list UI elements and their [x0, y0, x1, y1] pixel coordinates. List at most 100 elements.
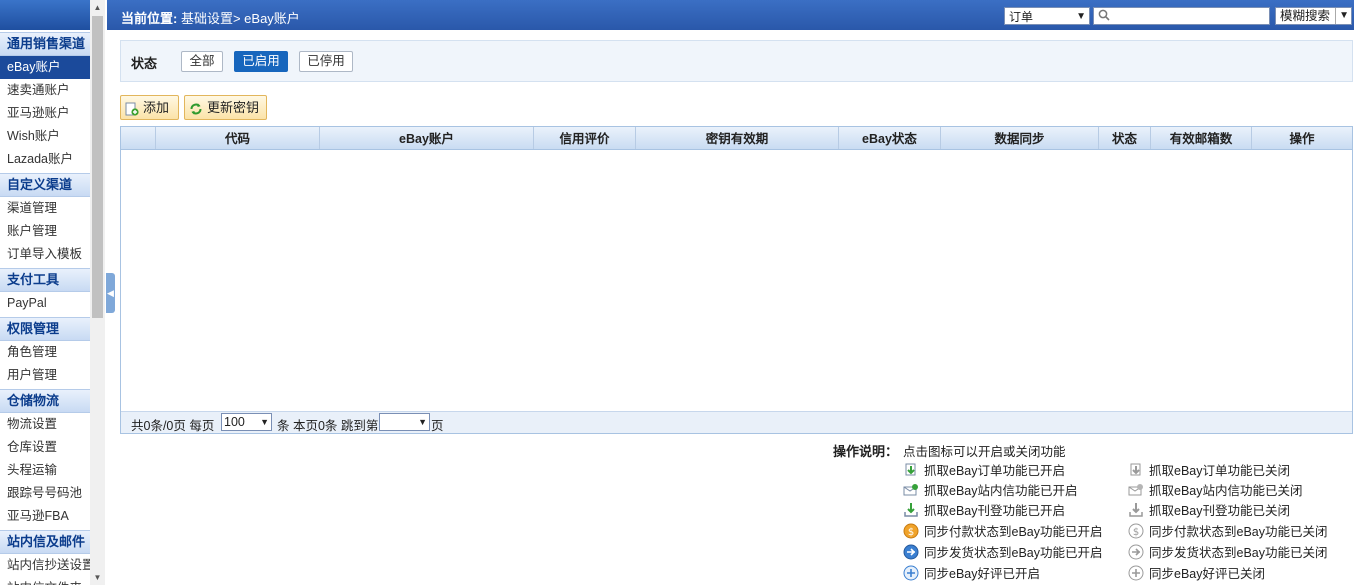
- legend-label: 抓取eBay刊登功能已开启: [924, 504, 1065, 518]
- column-header-credit-rating[interactable]: 信用评价: [534, 127, 636, 149]
- fetch-orders-off-icon: [1128, 462, 1144, 478]
- sidebar-item-role-management[interactable]: 角色管理: [0, 341, 90, 364]
- legend-label: 同步发货状态到eBay功能已开启: [924, 546, 1103, 560]
- shipping-sync-on-icon: [903, 544, 919, 560]
- sidebar-group-custom-channels[interactable]: 自定义渠道: [0, 173, 90, 197]
- plus-circle-on-icon: [903, 565, 919, 581]
- sidebar-item-first-leg-shipping[interactable]: 头程运输: [0, 459, 90, 482]
- refresh-key-button-label: 更新密钥: [207, 100, 260, 115]
- sidebar-scrollbar[interactable]: ▲ ▼: [90, 0, 105, 585]
- fetch-listings-on-icon: [903, 502, 919, 518]
- fuzzy-search-button[interactable]: 模糊搜索 ▼: [1275, 7, 1352, 25]
- breadcrumb-prefix: 当前位置:: [121, 11, 178, 26]
- scroll-down-arrow-icon[interactable]: ▼: [90, 570, 105, 585]
- scroll-up-arrow-icon[interactable]: ▲: [90, 0, 105, 15]
- column-header-status[interactable]: 状态: [1099, 127, 1151, 149]
- status-filter-bar: 状态 全部 已启用 已停用: [120, 40, 1353, 82]
- sidebar-group-sales-channels[interactable]: 通用销售渠道: [0, 32, 90, 56]
- legend-sync-shipping-off: 同步发货状态到eBay功能已关闭: [1128, 543, 1328, 563]
- sidebar-item-account-management[interactable]: 账户管理: [0, 220, 90, 243]
- sidebar-item-wish-account[interactable]: Wish账户: [0, 125, 90, 148]
- add-button[interactable]: 添加: [120, 95, 179, 120]
- svg-text:$: $: [908, 527, 914, 538]
- legend-sync-shipping-on: 同步发货状态到eBay功能已开启: [903, 543, 1103, 563]
- pager-summary: 共0条/0页 每页: [131, 419, 215, 433]
- sidebar-item-amazon-fba[interactable]: 亚马逊FBA: [0, 505, 90, 528]
- sidebar-item-message-folder[interactable]: 站内信文件夹: [0, 577, 90, 585]
- legend-label: 抓取eBay订单功能已关闭: [1149, 464, 1290, 478]
- sidebar-item-amazon-account[interactable]: 亚马逊账户: [0, 102, 90, 125]
- column-header-checkbox[interactable]: [121, 127, 156, 149]
- column-header-data-sync[interactable]: 数据同步: [941, 127, 1099, 149]
- column-header-ebay-account[interactable]: eBay账户: [320, 127, 534, 149]
- sidebar-group-payment-tools[interactable]: 支付工具: [0, 268, 90, 292]
- top-header: 当前位置: 基础设置> eBay账户 订单 ▼ 模糊搜索 ▼: [107, 0, 1354, 30]
- column-header-code[interactable]: 代码: [156, 127, 320, 149]
- sidebar-item-aliexpress-account[interactable]: 速卖通账户: [0, 79, 90, 102]
- column-header-ebay-status[interactable]: eBay状态: [839, 127, 941, 149]
- search-icon: [1098, 9, 1110, 24]
- fetch-messages-off-icon: [1128, 482, 1144, 498]
- refresh-icon: [189, 100, 203, 115]
- refresh-key-button[interactable]: 更新密钥: [184, 95, 267, 120]
- sidebar-item-channel-management[interactable]: 渠道管理: [0, 197, 90, 220]
- sidebar-collapse-button[interactable]: ◀: [106, 273, 115, 313]
- status-filter-all[interactable]: 全部: [181, 51, 223, 72]
- search-type-select[interactable]: 订单 ▼: [1004, 7, 1090, 25]
- search-type-value: 订单: [1009, 10, 1034, 24]
- svg-text:$: $: [1133, 527, 1139, 538]
- sidebar-item-tracking-number-pool[interactable]: 跟踪号号码池: [0, 482, 90, 505]
- column-header-actions[interactable]: 操作: [1252, 127, 1352, 149]
- add-document-icon: [125, 100, 139, 116]
- legend-label: 抓取eBay刊登功能已关闭: [1149, 504, 1290, 518]
- sidebar-item-user-management[interactable]: 用户管理: [0, 364, 90, 387]
- legend-fetch-messages-on: 抓取eBay站内信功能已开启: [903, 481, 1078, 501]
- dollar-coin-on-icon: $: [903, 523, 919, 539]
- shipping-sync-off-icon: [1128, 544, 1144, 560]
- sidebar-item-paypal[interactable]: PayPal: [0, 292, 90, 315]
- fetch-messages-on-icon: [903, 482, 919, 498]
- legend-label: 同步发货状态到eBay功能已关闭: [1149, 546, 1328, 560]
- legend-fetch-orders-on: 抓取eBay订单功能已开启: [903, 461, 1065, 481]
- legend-label: 同步eBay好评已关闭: [1149, 567, 1265, 581]
- sidebar-item-message-cc-settings[interactable]: 站内信抄送设置: [0, 554, 90, 577]
- fuzzy-search-label: 模糊搜索: [1280, 9, 1331, 23]
- legend-fetch-messages-off: 抓取eBay站内信功能已关闭: [1128, 481, 1303, 501]
- scrollbar-thumb[interactable]: [92, 16, 103, 318]
- dollar-coin-off-icon: $: [1128, 523, 1144, 539]
- legend-label: 同步eBay好评已开启: [924, 567, 1040, 581]
- status-filter-enabled[interactable]: 已启用: [234, 51, 288, 72]
- legend-title: 操作说明：: [833, 444, 899, 459]
- column-header-valid-email-count[interactable]: 有效邮箱数: [1151, 127, 1252, 149]
- sidebar-item-lazada-account[interactable]: Lazada账户: [0, 148, 90, 171]
- search-input[interactable]: [1093, 7, 1270, 25]
- sidebar-item-warehouse-settings[interactable]: 仓库设置: [0, 436, 90, 459]
- legend-sync-payment-on: $ 同步付款状态到eBay功能已开启: [903, 522, 1103, 542]
- status-filter-disabled[interactable]: 已停用: [299, 51, 353, 72]
- legend-fetch-listings-off: 抓取eBay刊登功能已关闭: [1128, 501, 1290, 521]
- legend-sync-payment-off: $ 同步付款状态到eBay功能已关闭: [1128, 522, 1328, 542]
- legend-sync-feedback-on: 同步eBay好评已开启: [903, 564, 1040, 584]
- sidebar-item-logistics-settings[interactable]: 物流设置: [0, 413, 90, 436]
- jump-page-select[interactable]: ▼: [379, 413, 430, 431]
- fetch-listings-off-icon: [1128, 502, 1144, 518]
- sidebar-group-permissions[interactable]: 权限管理: [0, 317, 90, 341]
- sidebar-item-ebay-account[interactable]: eBay账户: [0, 56, 90, 79]
- chevron-down-icon: ▼: [260, 417, 269, 427]
- page-size-select[interactable]: 100 ▼: [221, 413, 272, 431]
- add-button-label: 添加: [143, 100, 170, 115]
- plus-circle-off-icon: [1128, 565, 1144, 581]
- legend-description: 点击图标可以开启或关闭功能: [903, 445, 1066, 459]
- sidebar-group-messages-mail[interactable]: 站内信及邮件: [0, 530, 90, 554]
- sidebar-group-warehouse-logistics[interactable]: 仓储物流: [0, 389, 90, 413]
- chevron-down-icon[interactable]: ▼: [1335, 8, 1349, 24]
- sidebar-item-order-import-template[interactable]: 订单导入模板: [0, 243, 90, 266]
- legend-label: 同步付款状态到eBay功能已开启: [924, 525, 1103, 539]
- legend-label: 抓取eBay订单功能已开启: [924, 464, 1065, 478]
- ebay-account-table: 代码 eBay账户 信用评价 密钥有效期 eBay状态 数据同步 状态 有效邮箱…: [120, 126, 1353, 434]
- legend-label: 抓取eBay站内信功能已关闭: [1149, 484, 1303, 498]
- column-header-key-expiry[interactable]: 密钥有效期: [636, 127, 839, 149]
- pager-suffix: 页: [431, 419, 444, 433]
- legend-label: 抓取eBay站内信功能已开启: [924, 484, 1078, 498]
- chevron-left-icon: ◀: [107, 288, 114, 298]
